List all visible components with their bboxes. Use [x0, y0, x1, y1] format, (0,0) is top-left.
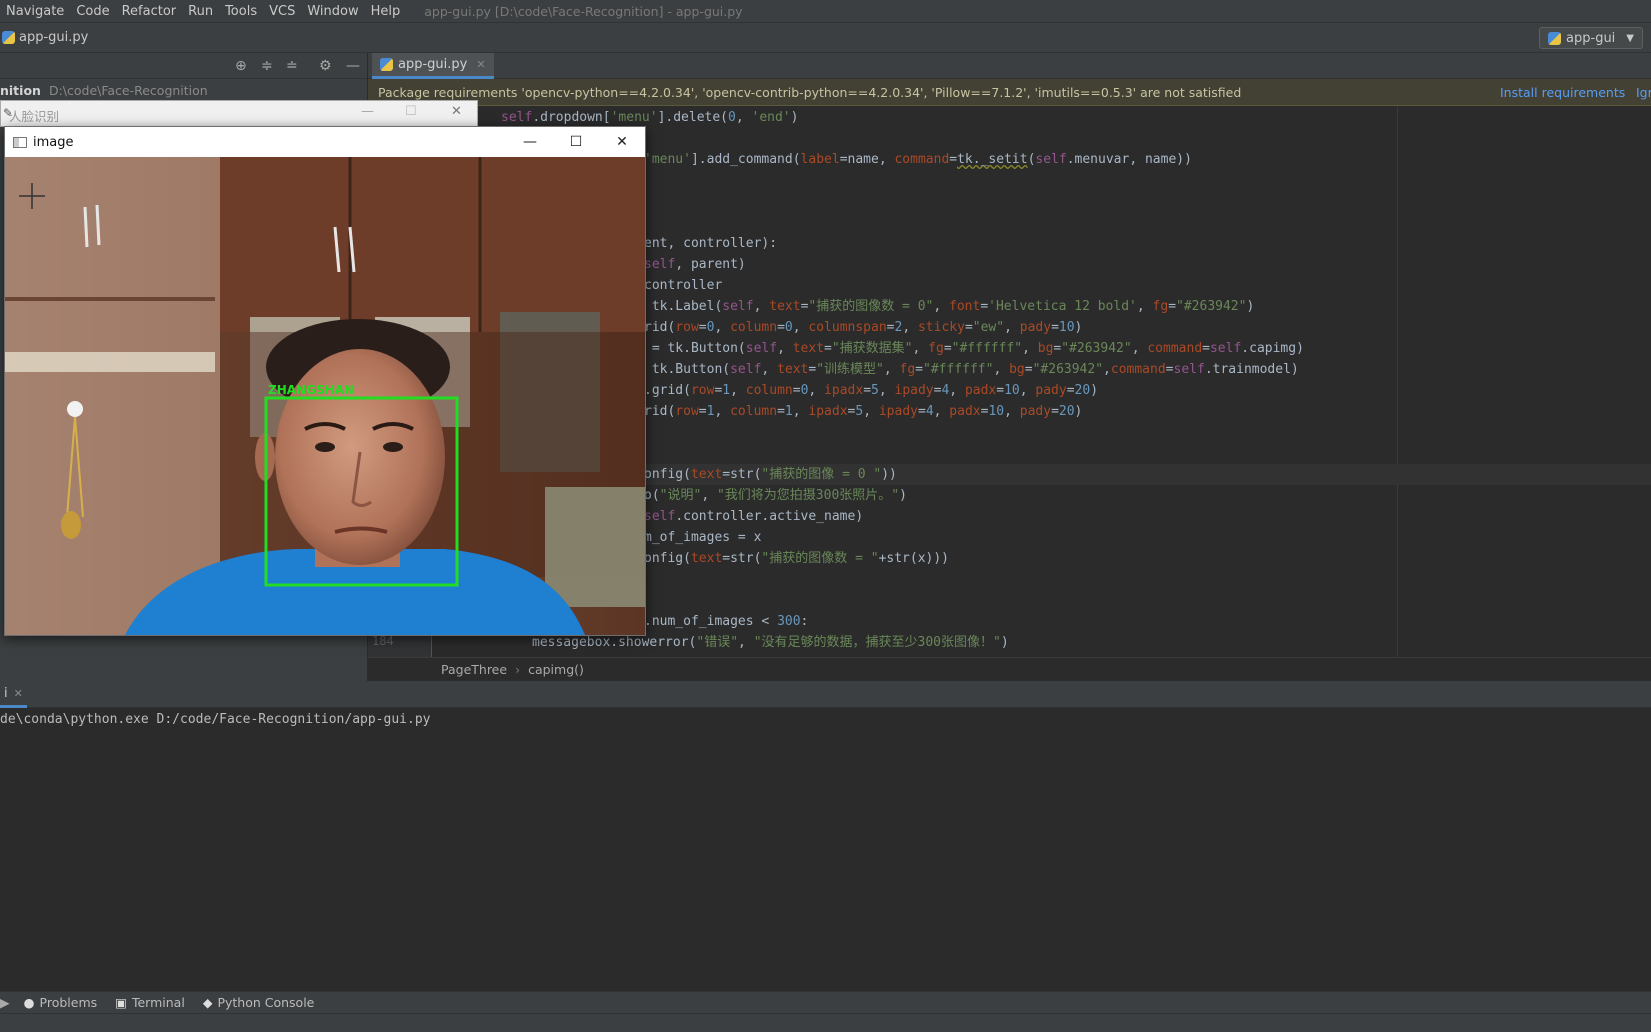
breadcrumb-method[interactable]: capimg(): [528, 662, 584, 677]
window-icon: [13, 136, 27, 148]
ignore-requirements-link[interactable]: Igno: [1636, 85, 1651, 100]
menu-navigate[interactable]: Navigate: [0, 4, 70, 19]
python-console-tab[interactable]: Python Console: [217, 995, 314, 1010]
code-line: controller: [644, 278, 723, 293]
editor-tab-strip: app-gui.py ✕: [368, 53, 1651, 79]
minimize-icon[interactable]: —: [361, 104, 374, 119]
python-run-icon: [1548, 31, 1562, 45]
window-controls: — ☐ ✕: [507, 127, 645, 157]
gear-icon[interactable]: ⚙: [319, 58, 332, 74]
code-line: tk.Button(self, text="训练模型", fg="#ffffff…: [644, 362, 1299, 377]
menu-bar: Navigate Code Refactor Run Tools VCS Win…: [0, 0, 1651, 22]
run-tool-icon[interactable]: ▶: [0, 995, 10, 1010]
problems-icon: ●: [23, 995, 35, 1010]
terminal-icon: ▣: [115, 995, 127, 1010]
close-icon[interactable]: ✕: [14, 687, 23, 700]
tk-window-titlebar[interactable]: ✎ 人脸识别 — ☐ ✕: [0, 100, 478, 127]
chevron-right-icon: ›: [515, 662, 521, 677]
menu-code[interactable]: Code: [70, 4, 115, 19]
close-icon[interactable]: ✕: [476, 58, 485, 71]
code-line: = tk.Button(self, text="捕获数据集", fg="#fff…: [644, 341, 1304, 356]
code-line: rid(row=1, column=1, ipadx=5, ipady=4, p…: [644, 404, 1083, 419]
image-window-titlebar[interactable]: image — ☐ ✕: [5, 127, 645, 157]
maximize-icon[interactable]: ☐: [553, 127, 599, 157]
code-line: .num_of_images < 300:: [644, 614, 809, 629]
run-tab[interactable]: i ✕: [0, 681, 27, 708]
install-requirements-link[interactable]: Install requirements: [1500, 85, 1625, 100]
python-file-icon: [2, 31, 15, 44]
minimize-icon[interactable]: —: [507, 127, 553, 157]
problems-tab[interactable]: Problems: [40, 995, 98, 1010]
line-number: 184: [372, 634, 394, 648]
terminal-tab[interactable]: Terminal: [132, 995, 185, 1010]
code-line: self.dropdown['menu'].delete(0, 'end'): [501, 110, 799, 125]
project-name: nition: [0, 82, 41, 98]
nav-file-breadcrumb[interactable]: app-gui.py: [19, 30, 88, 45]
menu-window[interactable]: Window: [301, 4, 364, 19]
chevron-down-icon: ▼: [1626, 32, 1634, 44]
run-toolwindow-header: i ✕: [0, 681, 1651, 708]
code-line: o("说明", "我们将为您拍摄300张照片。"): [644, 488, 907, 503]
navigation-bar: app-gui.py app-gui ▼: [0, 22, 1651, 53]
code-line: rid(row=0, column=0, columnspan=2, stick…: [644, 320, 1083, 335]
image-window-title: image: [33, 134, 74, 150]
code-line: m_of_images = x: [644, 530, 762, 545]
tab-app-gui[interactable]: app-gui.py ✕: [372, 53, 494, 79]
breadcrumb-class[interactable]: PageThree: [441, 662, 507, 677]
code-line: onfig(text=str("捕获的图像 = 0 ")): [644, 467, 897, 482]
tab-label: app-gui.py: [398, 57, 468, 72]
project-root-row[interactable]: nition D:\code\Face-Recognition: [0, 79, 367, 101]
menu-vcs[interactable]: VCS: [263, 4, 301, 19]
requirements-banner: Package requirements 'opencv-python==4.2…: [368, 79, 1651, 106]
tool-window-bar: ▶ ● Problems ▣ Terminal ◆ Python Console: [0, 991, 1651, 1013]
code-breadcrumb: PageThree › capimg(): [368, 657, 1651, 681]
project-toolwindow-header: ⊕ ≑ ≐ ⚙ —: [0, 53, 367, 79]
maximize-icon[interactable]: ☐: [405, 104, 417, 119]
code-line: self.controller.active_name): [644, 509, 864, 524]
face-name-label: ZHANGSHAN: [268, 383, 354, 397]
python-file-icon: [380, 58, 393, 71]
run-configuration-label: app-gui: [1566, 30, 1616, 46]
close-icon[interactable]: ✕: [599, 127, 645, 157]
webcam-frame: ZHANGSHAN: [5, 157, 645, 635]
menu-run[interactable]: Run: [182, 4, 219, 19]
code-line: messagebox.showerror("错误", "没有足够的数据，捕获至少…: [532, 635, 1009, 650]
project-path: D:\code\Face-Recognition: [48, 82, 208, 98]
menu-refactor[interactable]: Refactor: [116, 4, 183, 19]
collapse-all-icon[interactable]: ≐: [286, 58, 298, 74]
run-tab-label: i: [4, 685, 8, 701]
code-line: self, parent): [644, 257, 746, 272]
console-output-line: de\conda\python.exe D:/code/Face-Recogni…: [0, 712, 431, 727]
banner-text: Package requirements 'opencv-python==4.2…: [378, 84, 1242, 100]
close-icon[interactable]: ✕: [451, 104, 462, 119]
status-bar: [0, 1013, 1651, 1032]
code-line: 'menu'].add_command(label=name, command=…: [644, 152, 1192, 167]
run-configuration-selector[interactable]: app-gui ▼: [1539, 27, 1643, 49]
code-line: onfig(text=str("捕获的图像数 = "+str(x))): [644, 551, 950, 566]
code-line: ent, controller):: [644, 236, 778, 251]
image-window[interactable]: image — ☐ ✕ ZHANGSHAN: [4, 126, 646, 636]
run-console[interactable]: de\conda\python.exe D:/code/Face-Recogni…: [0, 708, 1651, 991]
window-title: app-gui.py [D:\code\Face-Recognition] - …: [424, 3, 743, 19]
expand-all-icon[interactable]: ≑: [261, 58, 273, 74]
right-margin-guide: [1397, 106, 1398, 657]
tk-window-title: 人脸识别: [9, 109, 60, 124]
hide-icon[interactable]: —: [346, 58, 360, 74]
locate-icon[interactable]: ⊕: [235, 58, 247, 74]
menu-tools[interactable]: Tools: [219, 4, 263, 19]
python-console-icon: ◆: [202, 995, 213, 1010]
code-line: .grid(row=1, column=0, ipadx=5, ipady=4,…: [644, 383, 1099, 398]
code-line: tk.Label(self, text="捕获的图像数 = 0", font='…: [644, 299, 1255, 314]
menu-help[interactable]: Help: [365, 4, 407, 19]
